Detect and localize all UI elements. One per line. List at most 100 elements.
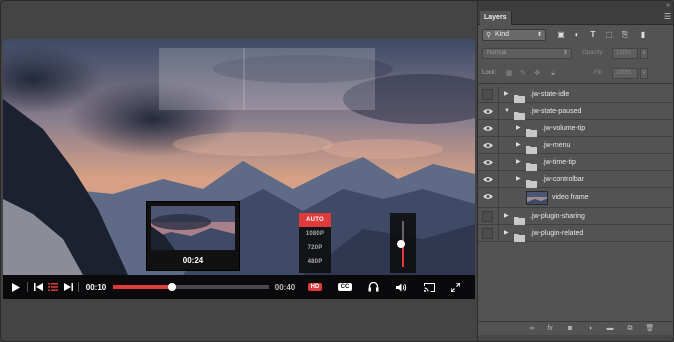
playlist-button[interactable] [46, 275, 60, 299]
visibility-eye-icon[interactable] [482, 123, 493, 134]
hd-label: HD [307, 283, 323, 291]
blend-row: Normal ⬍ Opacity: 100% ▾ [478, 46, 673, 62]
expand-arrow-icon[interactable]: ▶ [504, 90, 509, 98]
expand-arrow-icon[interactable]: ▶ [504, 229, 509, 237]
hd-button[interactable]: HD [306, 275, 324, 299]
tab-layers[interactable]: Layers [480, 11, 512, 25]
layer-row[interactable]: ▶ .jw-time-tip [478, 154, 673, 171]
opacity-field[interactable]: 100% [612, 48, 638, 59]
filter-smart-object-icon[interactable]: ⎘ [620, 30, 630, 40]
visibility-eye-icon[interactable] [482, 157, 493, 168]
visibility-eye-icon[interactable] [482, 191, 493, 202]
rewind-button[interactable] [31, 275, 45, 299]
cast-icon [423, 282, 435, 292]
progress-fill [113, 285, 173, 289]
panel-resize-grip[interactable] [478, 335, 673, 341]
layer-row[interactable]: ▶ .jw-state-idle [478, 86, 673, 103]
filter-pixel-icon[interactable]: ▣ [556, 30, 566, 40]
volume-button[interactable] [393, 275, 409, 299]
new-group-icon[interactable]: ▬ [604, 324, 616, 334]
lock-all-icon[interactable]: 🔒︎ [548, 69, 558, 79]
quality-option-720p[interactable]: 720P [299, 241, 331, 255]
lock-transparent-icon[interactable]: ▦ [504, 69, 514, 79]
volume-tooltip [390, 213, 416, 273]
delete-layer-icon[interactable]: 🗑︎ [644, 324, 656, 334]
duration: 00:40 [273, 275, 297, 299]
control-bar: 00:10 00:40 HD CC [3, 275, 475, 299]
visibility-eye-icon[interactable] [482, 140, 493, 151]
layer-name: .jw-plugin-sharing [530, 213, 585, 220]
folder-icon [514, 229, 525, 242]
cc-button[interactable]: CC [336, 275, 354, 299]
elapsed-time: 00:10 [83, 275, 109, 299]
fx-icon[interactable]: fx [544, 324, 556, 334]
layer-row[interactable]: ▶ .jw-controlbar [478, 171, 673, 188]
layer-row[interactable]: ▼ .jw-state-paused [478, 103, 673, 120]
filter-kind-select[interactable]: ⚲ Kind ⬍ [482, 29, 546, 41]
lock-label: Lock: [482, 70, 497, 76]
folder-icon [526, 124, 537, 137]
opacity-label: Opacity: [582, 50, 605, 56]
link-layers-icon[interactable]: ∞ [526, 324, 538, 334]
layer-name: .jw-plugin-related [530, 230, 584, 237]
filter-type-icon[interactable]: T [588, 30, 598, 40]
filter-adjustment-icon[interactable]: ◐ [572, 30, 582, 40]
visibility-eye-icon[interactable] [482, 106, 493, 117]
quality-option-1080p[interactable]: 1080P [299, 227, 331, 241]
blend-mode-select[interactable]: Normal ⬍ [482, 48, 572, 59]
volume-slider-knob[interactable] [397, 240, 405, 248]
panel-menu-icon[interactable]: ☰ [664, 12, 671, 22]
filter-shape-icon[interactable]: ⬚ [604, 30, 614, 40]
fullscreen-button[interactable] [447, 275, 463, 299]
layer-row[interactable]: ▶ .jw-plugin-sharing [478, 208, 673, 225]
highlight-overlay [159, 48, 375, 110]
volume-icon [395, 283, 406, 291]
expand-arrow-icon[interactable]: ▶ [516, 158, 521, 166]
collapse-arrow-icon[interactable]: ▼ [504, 107, 510, 115]
fill-field[interactable]: 100% [612, 68, 638, 79]
video-player[interactable]: 00:24 AUTO 1080P 720P 480P 00:10 00:40 H… [3, 39, 475, 299]
blend-mode-value: Normal [487, 50, 507, 56]
rewind-icon [33, 283, 43, 291]
lock-row: Lock: ▦ ✎ ✥ 🔒︎ Fill: 100% ▾ [478, 64, 673, 84]
expand-arrow-icon[interactable]: ▶ [516, 141, 521, 149]
lock-brush-icon[interactable]: ✎ [518, 69, 528, 79]
layer-row[interactable]: ▶ .jw-menu [478, 137, 673, 154]
visibility-eye-icon[interactable] [482, 174, 493, 185]
collapse-icon[interactable]: » [666, 1, 670, 10]
opacity-dropdown-icon[interactable]: ▾ [640, 48, 648, 59]
layer-row[interactable]: ▶ .jw-plugin-related [478, 225, 673, 242]
new-layer-icon[interactable]: ⧉ [624, 324, 636, 334]
expand-arrow-icon[interactable]: ▶ [516, 175, 521, 183]
play-icon [12, 282, 20, 292]
add-mask-icon[interactable]: ◙ [564, 324, 576, 334]
visibility-toggle[interactable] [482, 89, 493, 100]
visibility-toggle[interactable] [482, 211, 493, 222]
fill-dropdown-icon[interactable]: ▾ [640, 68, 648, 79]
cast-button[interactable] [421, 275, 437, 299]
layer-name: .jw-state-idle [530, 91, 570, 98]
layer-row[interactable]: video frame [478, 188, 673, 208]
layer-name: .jw-menu [542, 142, 571, 149]
layer-row[interactable]: ▶ .jw-volume-tip [478, 120, 673, 137]
audio-tracks-button[interactable] [365, 275, 381, 299]
audio-tracks-icon [368, 282, 378, 292]
folder-icon [514, 107, 525, 120]
thumbnail-time: 00:24 [182, 256, 204, 265]
elapsed-time-text: 00:10 [85, 282, 107, 292]
adjustment-layer-icon[interactable]: ◑ [584, 324, 596, 334]
playlist-icon [48, 283, 58, 291]
layer-name: video frame [552, 194, 589, 201]
progress-bar[interactable] [113, 283, 269, 291]
visibility-toggle[interactable] [482, 228, 493, 239]
quality-option-480p[interactable]: 480P [299, 255, 331, 269]
play-button[interactable] [9, 275, 23, 299]
quality-menu: AUTO 1080P 720P 480P [299, 213, 331, 273]
progress-knob[interactable] [168, 283, 177, 291]
expand-arrow-icon[interactable]: ▶ [516, 124, 521, 132]
filter-toggle-icon[interactable]: ▮ [638, 30, 648, 40]
expand-arrow-icon[interactable]: ▶ [504, 212, 509, 220]
lock-move-icon[interactable]: ✥ [532, 69, 542, 79]
next-button[interactable] [61, 275, 75, 299]
quality-option-auto[interactable]: AUTO [299, 213, 331, 227]
